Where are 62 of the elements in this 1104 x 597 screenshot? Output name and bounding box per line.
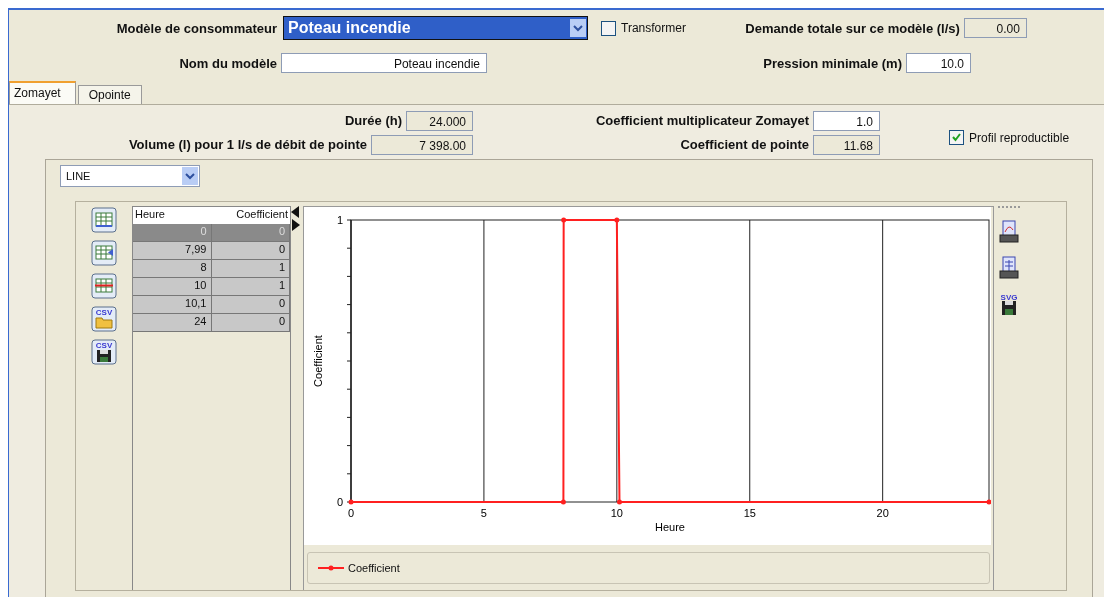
transform-checkbox[interactable]: Transformer <box>601 20 686 36</box>
reproducible-checkbox[interactable]: Profil reproductible <box>949 130 1070 145</box>
axis-title: Coefficient <box>312 335 324 387</box>
field-label: Coefficient multiplicateur Zomayet <box>594 113 810 128</box>
table-icon[interactable] <box>91 273 117 299</box>
printer-icon[interactable] <box>997 256 1021 280</box>
chart-type-dropdown[interactable]: LINE <box>60 165 200 187</box>
field-label: Pression minimale (m) <box>762 55 903 71</box>
table-row[interactable]: 8 1 <box>133 260 290 278</box>
tab[interactable]: Zomayet <box>9 81 76 104</box>
expand-arrow-icon[interactable] <box>291 219 300 231</box>
table-cell: 1 <box>211 260 290 277</box>
axis-tick-label: 10 <box>610 507 623 519</box>
column-header[interactable]: Coefficient <box>211 207 290 224</box>
table-cell: 1 <box>211 278 290 295</box>
table-cell: 0 <box>211 242 290 259</box>
field-label: Volume (l) pour 1 l/s de débit de pointe <box>127 137 368 152</box>
check-icon <box>951 132 962 143</box>
field-label: Durée (h) <box>343 113 403 128</box>
axis-tick-label: 15 <box>743 507 756 519</box>
volume-field: 7 398.00 <box>371 134 473 155</box>
multiplier-field[interactable]: 1.0 <box>813 110 880 131</box>
table-cell: 24 <box>133 314 212 331</box>
field-label: Demande totale sur ce modèle (l/s) <box>744 20 961 36</box>
table-cell: 7,99 <box>133 242 212 259</box>
tab[interactable]: Opointe <box>77 85 142 104</box>
axis-tick-label: 0 <box>347 507 355 519</box>
caret-icon <box>182 167 198 185</box>
axis-tick-label: 20 <box>876 507 889 519</box>
field-label: Modèle de consommateur <box>115 20 278 36</box>
table-cell: 10 <box>133 278 212 295</box>
legend-line-icon <box>318 564 344 572</box>
table-cell: 10,1 <box>133 296 212 313</box>
axis-tick-label: 1 <box>336 214 343 226</box>
table-row[interactable]: 24 0 <box>133 314 290 332</box>
table-cell: 8 <box>133 260 212 277</box>
consumer-model-dropdown[interactable]: Poteau incendie <box>283 16 588 40</box>
table-icon[interactable] <box>91 207 117 233</box>
peak-coefficient-field: 11.68 <box>813 134 880 155</box>
field-label: Coefficient de pointe <box>679 137 810 152</box>
legend-label: Coefficient <box>348 562 400 574</box>
field-label: Nom du modèle <box>178 55 278 71</box>
table-row[interactable]: 10,1 0 <box>133 296 290 314</box>
axis-tick-label: 5 <box>480 507 487 519</box>
table-cell: 0 <box>211 314 290 331</box>
total-demand-field: 0.00 <box>963 18 1027 38</box>
caret-icon <box>570 19 586 37</box>
axis-title: Heure <box>655 521 685 533</box>
column-header[interactable]: Heure <box>133 207 212 224</box>
table-cell: 0 <box>133 224 212 241</box>
table-row[interactable]: 10 1 <box>133 278 290 296</box>
axis-tick-label: 0 <box>336 496 343 508</box>
duration-field: 24.000 <box>406 110 473 131</box>
folder-icon[interactable]: CSV <box>91 306 117 332</box>
table-icon[interactable] <box>91 240 117 266</box>
printer-icon[interactable] <box>997 220 1021 244</box>
collapse-arrow-icon[interactable] <box>291 206 300 218</box>
min-pressure-field[interactable]: 10.0 <box>906 53 971 73</box>
table-cell: 0 <box>211 296 290 313</box>
table-cell: 0 <box>211 224 290 241</box>
table-row[interactable]: 7,99 0 <box>133 242 290 260</box>
model-name-field[interactable]: Poteau incendie <box>281 53 487 73</box>
